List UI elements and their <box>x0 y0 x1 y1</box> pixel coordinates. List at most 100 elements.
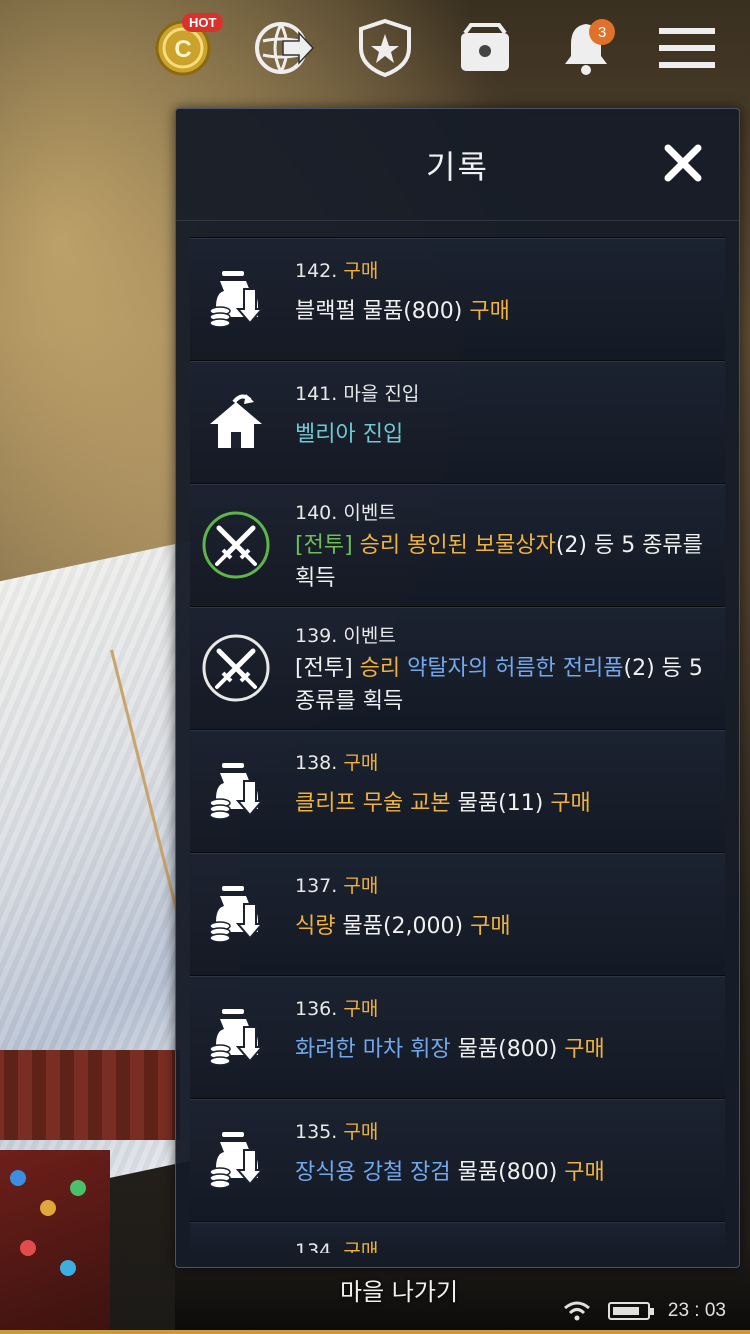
record-heading: 142. 구매 <box>295 256 711 283</box>
record-row[interactable]: 140. 이벤트 [전투] 승리 봉인된 보물상자(2) 등 5 종류를 획득 <box>190 483 725 606</box>
record-body-segment: 승리 <box>359 656 408 681</box>
record-body-segment: 물품(2,000) <box>335 914 471 939</box>
record-list[interactable]: 142. 구매 블랙펄 물품(800) 구매 141. 마을 진입 벨리아 진입 1… <box>190 237 725 1253</box>
record-heading: 138. 구매 <box>295 748 711 775</box>
red-roof <box>0 1050 180 1140</box>
record-type: 이벤트 <box>343 502 396 524</box>
record-body-segment: 약탈자의 허름한 전리품 <box>407 656 624 681</box>
world-exit-icon <box>254 22 314 74</box>
purchase-icon <box>200 755 272 827</box>
record-number: 140. <box>295 502 344 524</box>
record-text: 139. 이벤트 [전투] 승리 약탈자의 허름한 전리품(2) 등 5 종류를 … <box>295 621 711 718</box>
guild-shield-icon <box>358 18 411 78</box>
record-row[interactable]: 137. 구매 식량 물품(2,000) 구매 <box>190 852 725 975</box>
record-heading: 135. 구매 <box>295 1117 711 1144</box>
record-body: 장식용 강철 장검 물품(800) 구매 <box>295 1156 711 1189</box>
record-text: 140. 이벤트 [전투] 승리 봉인된 보물상자(2) 등 5 종류를 획득 <box>295 498 711 595</box>
record-number: 136. <box>295 998 344 1020</box>
svg-text:C: C <box>174 36 191 63</box>
record-body-segment: [전투] <box>295 656 360 681</box>
record-body: 벨리아 진입 <box>295 418 711 451</box>
wifi-icon <box>563 1301 590 1321</box>
battle-swords-icon <box>200 632 272 704</box>
record-body-segment: 블랙펄 물품(800) <box>295 299 470 324</box>
record-row[interactable]: 136. 구매 화려한 마차 휘장 물품(800) 구매 <box>190 975 725 1098</box>
inventory-button[interactable] <box>452 15 518 81</box>
battle-swords-green-icon <box>200 509 272 581</box>
record-heading: 134. 구매 <box>295 1236 711 1253</box>
notification-count-badge: 3 <box>589 19 616 45</box>
record-body-segment: 물품(11) <box>450 791 551 816</box>
purchase-icon <box>200 1124 272 1196</box>
record-body: 클리프 무술 교본 물품(11) 구매 <box>295 787 711 820</box>
record-body: [전투] 승리 봉인된 보물상자(2) 등 5 종류를 획득 <box>295 529 711 595</box>
record-heading: 141. 마을 진입 <box>295 379 711 406</box>
coin-shop-button[interactable]: C HOT <box>150 13 224 81</box>
record-text: 138. 구매클리프 무술 교본 물품(11) 구매 <box>295 748 711 820</box>
battery-icon <box>607 1302 654 1320</box>
record-body: 식량 물품(2,000) 구매 <box>295 910 711 943</box>
close-button[interactable] <box>663 143 703 183</box>
record-type: 구매 <box>343 260 379 282</box>
record-type: 구매 <box>343 875 379 897</box>
record-body-segment: 화려한 마차 휘장 <box>295 1037 451 1062</box>
record-text: 136. 구매 화려한 마차 휘장 물품(800) 구매 <box>295 994 711 1066</box>
close-icon <box>664 144 702 182</box>
status-bar: 23 : 03 <box>563 1300 726 1322</box>
record-body-segment: 봉인된 보물상자 <box>407 533 556 558</box>
record-body: 블랙펄 물품(800) 구매 <box>295 295 711 328</box>
record-heading: 140. 이벤트 <box>295 498 711 525</box>
record-text: 142. 구매 블랙펄 물품(800) 구매 <box>295 256 711 328</box>
world-exit-button[interactable] <box>251 15 317 81</box>
record-text: 135. 구매 장식용 강철 장검 물품(800) 구매 <box>295 1117 711 1189</box>
record-heading: 139. 이벤트 <box>295 621 711 648</box>
record-number: 142. <box>295 260 344 282</box>
clock: 23 : 03 <box>667 1300 726 1321</box>
record-number: 139. <box>295 625 344 647</box>
bottom-accent-line <box>0 1330 750 1334</box>
record-body-segment: 구매 <box>550 791 591 816</box>
record-body-segment: 물품(800) <box>450 1160 565 1185</box>
record-row[interactable]: 134. 구매 <box>190 1221 725 1253</box>
record-row[interactable]: 138. 구매클리프 무술 교본 물품(11) 구매 <box>190 729 725 852</box>
leave-village-button[interactable]: 마을 나가기 <box>340 1272 458 1307</box>
inventory-box-icon <box>461 23 510 71</box>
panel-title: 기록 <box>426 147 489 186</box>
record-row[interactable]: 141. 마을 진입벨리아 진입 <box>190 360 725 483</box>
record-body-segment: 구매 <box>564 1160 605 1185</box>
guild-button[interactable] <box>352 15 418 81</box>
record-number: 137. <box>295 875 344 897</box>
record-body-segment: 승리 <box>359 533 408 558</box>
record-type: 구매 <box>343 1121 379 1143</box>
top-hud: C HOT 3 <box>150 12 720 84</box>
record-row[interactable]: 135. 구매 장식용 강철 장검 물품(800) 구매 <box>190 1098 725 1221</box>
purchase-icon <box>200 878 272 950</box>
purchase-icon <box>200 1001 272 1073</box>
hot-badge: HOT <box>182 13 224 32</box>
record-heading: 136. 구매 <box>295 994 711 1021</box>
record-type: 마을 진입 <box>343 383 420 405</box>
record-row[interactable]: 139. 이벤트 [전투] 승리 약탈자의 허름한 전리품(2) 등 5 종류를 … <box>190 606 725 729</box>
record-heading: 137. 구매 <box>295 871 711 898</box>
record-number: 134. <box>295 1240 344 1253</box>
record-body: 화려한 마차 휘장 물품(800) 구매 <box>295 1033 711 1066</box>
record-panel: 기록 142. 구매 블랙펄 물품(800) 구매 141. 마을 진입 벨리아 진… <box>175 108 740 1268</box>
record-body-segment: 장식용 강철 장검 <box>295 1160 451 1185</box>
record-body-segment: 물품(800) <box>450 1037 565 1062</box>
record-body-segment: [전투] <box>295 533 360 558</box>
record-body-segment: 식량 <box>295 914 336 939</box>
record-body-segment: 구매 <box>470 914 511 939</box>
purchase-icon <box>200 263 272 335</box>
menu-icon <box>658 28 715 68</box>
record-row[interactable]: 142. 구매 블랙펄 물품(800) 구매 <box>190 237 725 360</box>
village-enter-icon <box>200 386 272 458</box>
record-type: 구매 <box>343 998 379 1020</box>
record-text: 137. 구매 식량 물품(2,000) 구매 <box>295 871 711 943</box>
record-body-segment: 구매 <box>564 1037 605 1062</box>
record-type: 구매 <box>343 1240 379 1253</box>
record-type: 이벤트 <box>343 625 396 647</box>
record-body-segment: 구매 <box>469 299 510 324</box>
record-number: 135. <box>295 1121 344 1143</box>
main-menu-button[interactable] <box>654 15 720 81</box>
notification-button[interactable]: 3 <box>553 15 619 81</box>
